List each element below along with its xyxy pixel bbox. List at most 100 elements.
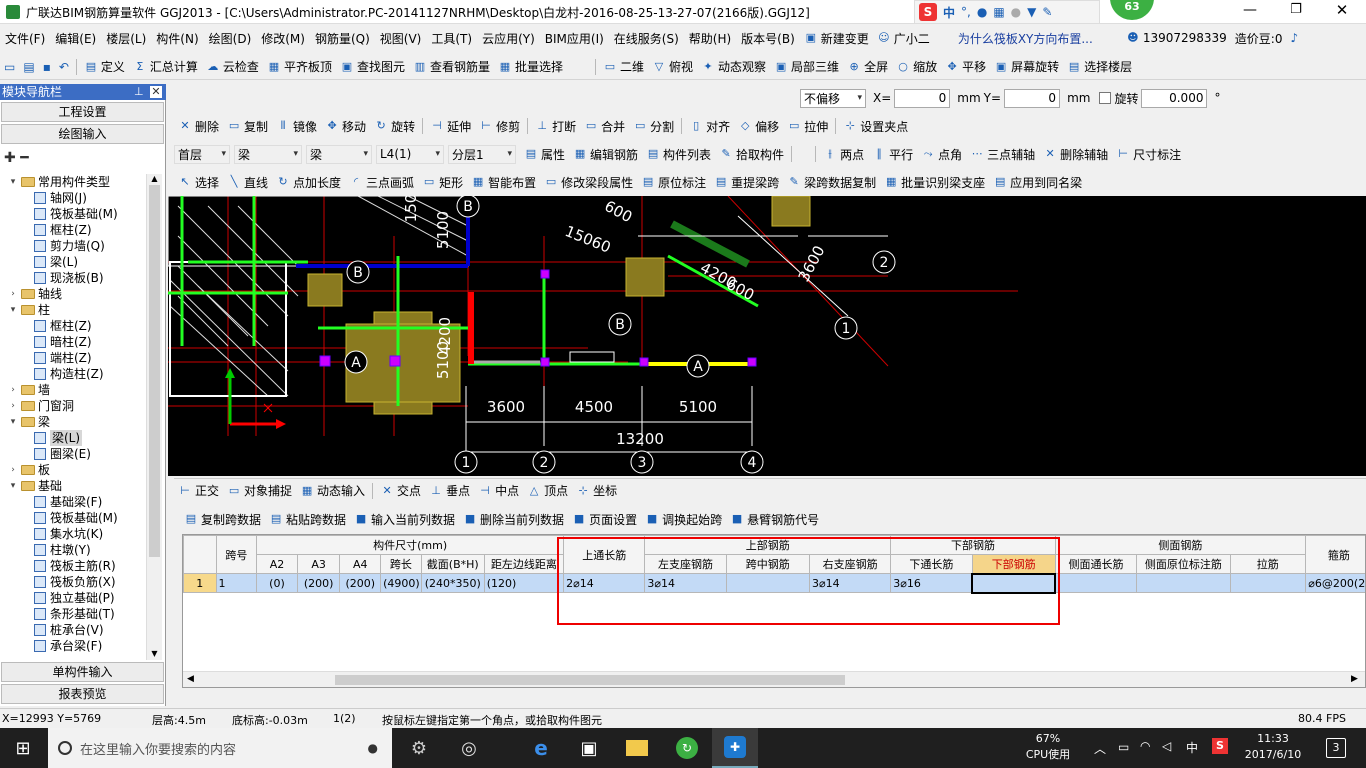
browser360-icon[interactable]: ◎: [446, 728, 492, 768]
expand-toggle-icon[interactable]: ▾: [8, 302, 18, 318]
snap-button-7[interactable]: ⊹ 坐标: [572, 479, 621, 502]
project-settings-button[interactable]: 工程设置: [1, 102, 164, 122]
offset-mode-select[interactable]: 不偏移 ▾: [800, 88, 866, 108]
menu-item-5[interactable]: 修改(M): [256, 26, 310, 50]
tb1r-button-3[interactable]: ▣ 局部三维: [770, 54, 843, 79]
layer-button-1[interactable]: ▦ 编辑钢筋: [569, 142, 642, 166]
task-view-icon[interactable]: ⚙: [396, 728, 442, 768]
cell-side-in-place[interactable]: [1136, 573, 1231, 593]
grid-tool-button-3[interactable]: ■ 删除当前列数据: [459, 508, 568, 530]
hscroll-thumb[interactable]: [335, 675, 845, 685]
tb1r-button-8[interactable]: ▤ 选择楼层: [1063, 54, 1136, 79]
edit-button-2[interactable]: ⫴ 镜像: [272, 114, 321, 138]
single-component-input-button[interactable]: 单构件输入: [1, 662, 164, 682]
tree-item[interactable]: 桩承台(V): [32, 622, 104, 638]
menu-item-12[interactable]: 帮助(H): [684, 26, 736, 50]
tb1r-button-5[interactable]: ○ 缩放: [892, 54, 941, 79]
tb1r-button-4[interactable]: ⊕ 全屏: [843, 54, 892, 79]
cell-side-through[interactable]: [1054, 573, 1138, 593]
menu-item-9[interactable]: 云应用(Y): [477, 26, 540, 50]
menu-item-8[interactable]: 工具(T): [426, 26, 477, 50]
tree-item[interactable]: 剪力墙(Q): [32, 238, 105, 254]
tree-scrollbar[interactable]: ▲ ▼: [146, 174, 162, 660]
hscroll-left-arrow[interactable]: ◀: [187, 674, 194, 684]
tb1r-button-7[interactable]: ▣ 屏幕旋转: [990, 54, 1063, 79]
tree-item[interactable]: 暗柱(Z): [32, 334, 92, 350]
grid-tool-button-5[interactable]: ■ 调换起始跨: [641, 508, 726, 530]
edit-button-10[interactable]: ▯ 对齐: [685, 114, 734, 138]
draw-button-4[interactable]: ▭ 矩形: [418, 170, 467, 194]
menu-item-4[interactable]: 绘图(D): [204, 26, 257, 50]
tree-item[interactable]: 现浇板(B): [32, 270, 104, 286]
tree-item[interactable]: 承台梁(F): [32, 638, 102, 654]
tree-item[interactable]: 基础梁(F): [32, 494, 102, 510]
edit-button-12[interactable]: ▭ 拉伸: [783, 114, 832, 138]
snap-button-6[interactable]: △ 顶点: [523, 479, 572, 502]
draw-input-button[interactable]: 绘图输入: [1, 124, 164, 144]
scroll-thumb[interactable]: [149, 185, 160, 557]
tb1-button-5[interactable]: ▥ 查看钢筋量: [409, 54, 494, 79]
tree-item[interactable]: ▾ 柱: [8, 302, 50, 318]
tree-item[interactable]: 筏板基础(M): [32, 206, 118, 222]
type2-select[interactable]: 梁 ▾: [306, 144, 372, 164]
tray-sogou-icon[interactable]: S: [1212, 738, 1228, 754]
expand-toggle-icon[interactable]: ›: [8, 286, 18, 302]
draw-button-1[interactable]: ╲ 直线: [223, 170, 272, 194]
tree-item[interactable]: 轴网(J): [32, 190, 87, 206]
snap-button-3[interactable]: ✕ 交点: [376, 479, 425, 502]
grid-tool-button-6[interactable]: ■ 悬臂钢筋代号: [726, 508, 823, 530]
cell-span-length[interactable]: (4900): [380, 573, 422, 593]
tb1-button-4[interactable]: ▣ 查找图元: [336, 54, 409, 79]
cell-left-distance[interactable]: (120): [483, 573, 565, 593]
save-icon[interactable]: ▪: [39, 54, 55, 79]
menu-item-13[interactable]: 版本号(B): [736, 26, 800, 50]
y-offset-input[interactable]: 0: [1004, 88, 1061, 108]
draw-button-10[interactable]: ▦ 批量识别梁支座: [880, 170, 989, 194]
snap-button-0[interactable]: ⊢ 正交: [174, 479, 223, 502]
edit-button-9[interactable]: ▭ 分割: [629, 114, 678, 138]
tree-item[interactable]: 柱墩(Y): [32, 542, 91, 558]
account-button[interactable]: ☻ 13907298339: [1122, 26, 1231, 50]
cell-span[interactable]: 1: [215, 573, 258, 593]
draw-button-2[interactable]: ↻ 点加长度: [272, 170, 345, 194]
grid-tool-button-4[interactable]: ■ 页面设置: [568, 508, 641, 530]
tb1-button-3[interactable]: ▦ 平齐板顶: [263, 54, 336, 79]
layer-button-0[interactable]: ▤ 属性: [520, 142, 569, 166]
expand-toggle-icon[interactable]: ▾: [8, 478, 18, 494]
name-select[interactable]: L4(1) ▾: [376, 144, 444, 164]
rotate-input[interactable]: 0.000: [1141, 88, 1208, 108]
tree-item[interactable]: 条形基础(T): [32, 606, 115, 622]
draw-button-7[interactable]: ▤ 原位标注: [637, 170, 710, 194]
edit-button-8[interactable]: ▭ 合并: [580, 114, 629, 138]
new-file-icon[interactable]: ▭: [0, 54, 19, 79]
edit-button-1[interactable]: ▭ 复制: [223, 114, 272, 138]
edge-icon[interactable]: e: [518, 728, 564, 768]
grid-tool-button-0[interactable]: ▤ 复制跨数据: [180, 508, 265, 530]
nav-close-icon[interactable]: ✕: [150, 86, 162, 98]
axis-button-4[interactable]: ✕ 删除辅轴: [1039, 142, 1112, 166]
tree-item[interactable]: 梁(L): [32, 430, 83, 446]
tree-item[interactable]: 筏板基础(M): [32, 510, 118, 526]
expand-toggle-icon[interactable]: ›: [8, 462, 18, 478]
draw-button-0[interactable]: ↖ 选择: [174, 170, 223, 194]
tree-item[interactable]: 端柱(Z): [32, 350, 92, 366]
tb1r-button-6[interactable]: ✥ 平移: [941, 54, 990, 79]
collapse-icon[interactable]: ━: [20, 150, 28, 166]
layer-select[interactable]: 分层1 ▾: [448, 144, 516, 164]
cell-a3[interactable]: (200): [296, 573, 341, 593]
axis-button-1[interactable]: ∥ 平行: [868, 142, 917, 166]
notification-button[interactable]: 3: [1326, 738, 1346, 758]
menu-item-7[interactable]: 视图(V): [375, 26, 427, 50]
edit-button-6[interactable]: ⊢ 修剪: [475, 114, 524, 138]
edit-button-0[interactable]: ✕ 删除: [174, 114, 223, 138]
tree-item[interactable]: 圈梁(E): [32, 446, 91, 462]
edit-button-5[interactable]: ⊣ 延伸: [426, 114, 475, 138]
menu-item-3[interactable]: 构件(N): [151, 26, 203, 50]
snap-button-5[interactable]: ⊣ 中点: [474, 479, 523, 502]
tree-item[interactable]: 筏板负筋(X): [32, 574, 116, 590]
grid-tool-button-1[interactable]: ▤ 粘贴跨数据: [265, 508, 350, 530]
tb1-button-1[interactable]: Σ 汇总计算: [129, 54, 202, 79]
new-change-button[interactable]: ▣ 新建变更: [800, 26, 873, 50]
tb1r-button-0[interactable]: ▭ 二维: [599, 54, 648, 79]
explorer-icon[interactable]: [614, 728, 660, 768]
